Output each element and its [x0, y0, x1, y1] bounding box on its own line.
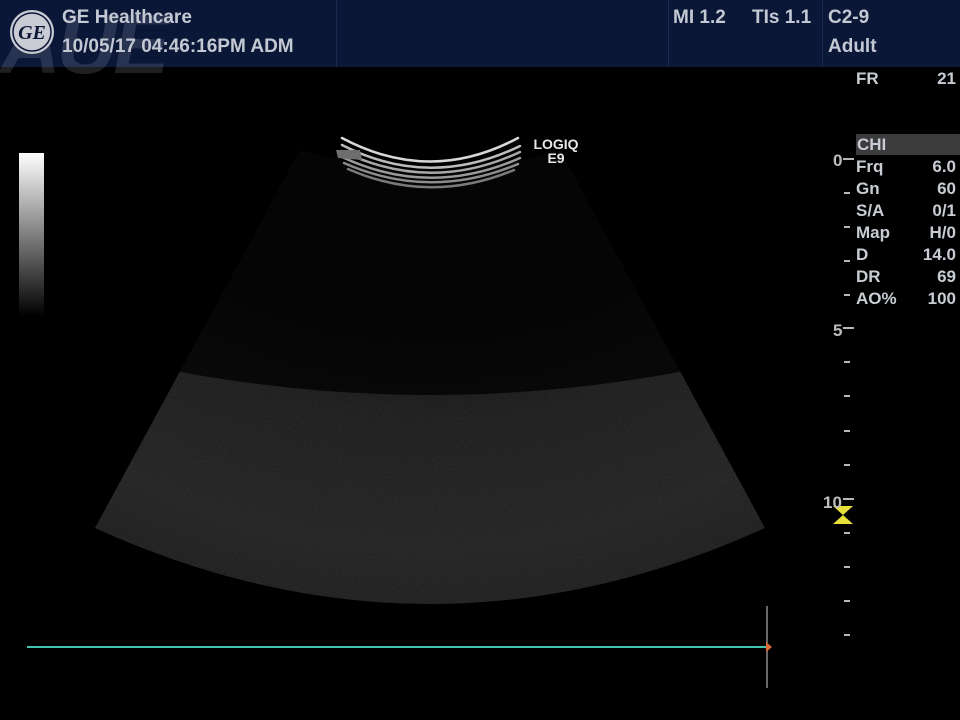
depth-label: 10 [823, 493, 842, 512]
depth-tick [844, 430, 850, 432]
ultrasound-image [27, 120, 853, 688]
depth-tick [844, 464, 850, 466]
depth-tick [844, 634, 850, 636]
depth-tick [844, 600, 850, 602]
depth-tick [844, 226, 850, 228]
depth-tick [844, 260, 850, 262]
depth-tick [844, 395, 850, 397]
depth-tick [843, 327, 854, 329]
depth-tick [843, 158, 854, 160]
depth-tick [844, 294, 850, 296]
cursor-marker-icon [766, 642, 772, 652]
system-label: LOGIQ E9 [526, 137, 586, 165]
system-label-line1: LOGIQ [533, 136, 579, 152]
system-label-line2: E9 [547, 150, 565, 166]
depth-label: 5 [833, 321, 843, 340]
depth-tick [843, 498, 854, 500]
depth-label: 0 [833, 151, 843, 170]
depth-tick [844, 361, 850, 363]
depth-tick [844, 192, 850, 194]
depth-tick [844, 532, 850, 534]
depth-tick [844, 566, 850, 568]
